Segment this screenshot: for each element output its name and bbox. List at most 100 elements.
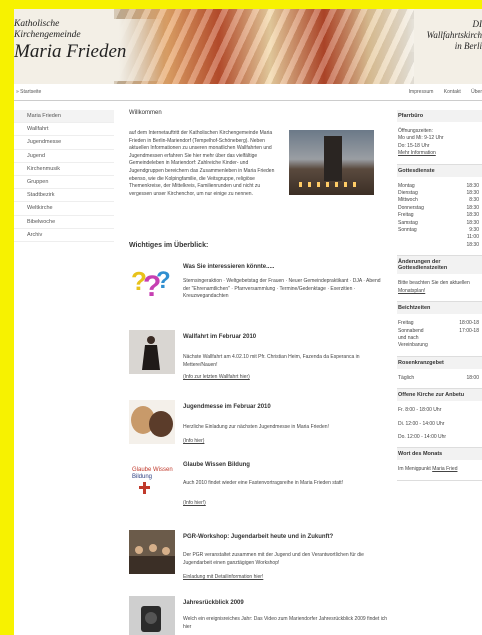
time: 18:30 [466, 212, 479, 219]
beichtzeiten-body: Freitag 18:00-18 Sonnabend 17:00-18 und na… [397, 314, 482, 356]
day: Sonnabend [398, 327, 424, 334]
pfarrbuero-more-link[interactable]: Mehr Information [398, 150, 436, 156]
schedule-row: Mittwoch 8:30 [398, 197, 482, 204]
site-logo[interactable]: Katholische Kirchengemeinde Maria Friede… [14, 19, 164, 81]
time: 11:00 [466, 234, 479, 241]
news-item-rueckblick: Jahresrückblick 2009 Welch ein ereignisr… [129, 596, 395, 635]
sidebar-item-weltkirche[interactable]: Weltkirche [14, 202, 114, 216]
news-link-jugendmesse[interactable]: (Info hier) [183, 438, 204, 444]
tagline-line-1: DI [472, 19, 482, 29]
sidebar-item-gruppen[interactable]: Gruppen [14, 176, 114, 190]
jugendmesse-photo [129, 400, 175, 444]
kontakt-link[interactable]: Kontakt [444, 89, 461, 95]
rosenkranz-box: Rosenkranzgebet Täglich 18:00 [397, 356, 482, 390]
schedule-row: Dienstag 18:30 [398, 190, 482, 197]
offene-kirche-box: Offene Kirche zur Anbetu Fr. 8:00 - 18:0… [397, 389, 482, 449]
tagline-line-2: Wallfahrtskirch [426, 30, 482, 40]
sidebar-item-bibelwoche[interactable]: Bibelwoche [14, 216, 114, 229]
aenderungen-title: Änderungen der Gottesdienstzeiten [397, 256, 482, 275]
pfarrbuero-title: Pfarrbüro [397, 110, 482, 122]
news-text-jugendmesse: Herzliche Einladung zur nächsten Jugendm… [183, 424, 329, 430]
site-header: Katholische Kirchengemeinde Maria Friede… [14, 9, 482, 84]
news-links-interesting[interactable]: Sternsingeraktion · Weltgebetstag der Fr… [183, 278, 388, 301]
news-link-glaube[interactable]: (Info hier!) [183, 500, 206, 506]
pfarrbuero-line-1: Öffnungszeiten: [398, 128, 433, 134]
news-title-interesting: Was Sie interessieren könnte..... [183, 264, 275, 270]
page: Katholische Kirchengemeinde Maria Friede… [14, 9, 482, 635]
glaube-wissen-logo: Glaube Wissen Bildung [129, 458, 175, 502]
tagline-line-3: in Berli [454, 41, 482, 51]
time: 18:30 [466, 204, 479, 211]
sidebar-item-archiv[interactable]: Archiv [14, 229, 114, 242]
church-photo [289, 130, 374, 195]
time: 17:00-18 [459, 327, 479, 334]
svg-text:Bildung: Bildung [132, 474, 152, 480]
beichtzeiten-box: Beichtzeiten Freitag 18:00-18 Sonnabend 17… [397, 302, 482, 357]
svg-text:Glaube Wissen: Glaube Wissen [132, 467, 173, 473]
news-item-glaube: Glaube Wissen Bildung Glaube Wissen Bild… [129, 458, 395, 518]
logo-line-2: Kirchengemeinde [14, 30, 81, 40]
news-link-wrap-glaube: (Info hier!) [183, 500, 388, 508]
header-tagline: DI Wallfahrtskirch in Berli [406, 19, 482, 52]
offene-kirche-body: Fr. 8:00 - 18:00 Uhr Di. 12:00 - 14:00 U… [397, 401, 482, 447]
day: Freitag [398, 212, 414, 219]
sidebar-item-jugendmesse[interactable]: Jugendmesse [14, 136, 114, 150]
monatsplan-link[interactable]: Monatsplan! [398, 288, 425, 294]
wort-des-monats-title: Wort des Monats [397, 448, 482, 461]
news-item-pgr: PGR-Workshop: Jugendarbeit heute und in … [129, 530, 395, 592]
pfarrbuero-body: Öffnungszeiten: Mo und Mi: 9-12 Uhr Do: … [397, 122, 482, 164]
welcome-section: Willkommen auf dem Internetauftritt der … [129, 110, 395, 238]
schedule-row: Sonntag 9:30 [398, 227, 482, 234]
sidebar-nav: Maria Frieden Wallfahrt Jugendmesse Juge… [14, 110, 114, 242]
offene-kirche-title: Offene Kirche zur Anbetu [397, 389, 482, 402]
news-item-interesting: ? ? ? Was Sie interessieren könnte..... … [129, 260, 395, 320]
aenderungen-text: Bitte beachten Sie den aktuellen [398, 280, 470, 287]
news-link-wrap-jugendmesse: (Info hier) [183, 438, 388, 446]
wort-text: Im Menigpunkt [398, 466, 431, 473]
sidebar-item-wallfahrt[interactable]: Wallfahrt [14, 123, 114, 137]
news-text-rueckblick[interactable]: Welch ein ereignisreiches Jahr: Das Vide… [183, 616, 388, 631]
wort-des-monats-box: Wort des Monats Im Menigpunkt Maria Frie… [397, 448, 482, 481]
logo-line-1: Katholische [14, 19, 60, 29]
welcome-title: Willkommen [129, 110, 162, 116]
gottesdienste-title: Gottesdienste [397, 164, 482, 177]
rosenkranz-title: Rosenkranzgebet [397, 356, 482, 369]
day: Mittwoch [398, 197, 418, 204]
news-item-jugendmesse: Jugendmesse im Februar 2010 Herzliche Ei… [129, 400, 395, 450]
overview-title: Wichtiges im Überblick: [129, 242, 209, 249]
sidebar-item-stadtbezirk[interactable]: Stadtbezirk [14, 189, 114, 203]
welcome-text: auf dem Internetauftritt der Katholische… [129, 130, 275, 197]
sidebar-item-maria-frieden[interactable]: Maria Frieden [14, 110, 114, 124]
ueber-link[interactable]: Über [471, 89, 482, 95]
rosenkranz-body: Täglich 18:00 [397, 369, 482, 388]
top-navbar: » Startseite Impressum Kontakt Über [14, 84, 482, 101]
news-title-wallfahrt: Wallfahrt im Februar 2010 [183, 334, 257, 340]
news-text-glaube: Auch 2010 findet wieder eine Fastenvortr… [183, 480, 344, 486]
question-marks-icon: ? ? ? [131, 266, 171, 303]
day: Samstag [398, 219, 418, 226]
schedule-row: Freitag 18:30 [398, 212, 482, 219]
impressum-link[interactable]: Impressum [409, 89, 434, 95]
wort-link[interactable]: Maria Fried [432, 466, 457, 472]
news-link-pgr[interactable]: Einladung mit Detailinformation hier! [183, 574, 263, 580]
time: 9:30 [469, 227, 479, 234]
priest-figure-icon [129, 330, 175, 374]
offene-line-1: Fr. 8:00 - 18:00 Uhr [398, 407, 442, 414]
news-link-wrap-pgr: Einladung mit Detailinformation hier! [183, 574, 388, 582]
aenderungen-box: Änderungen der Gottesdienstzeiten Bitte … [397, 256, 482, 303]
video-camera-photo [129, 596, 175, 635]
beichte-row: Sonnabend 17:00-18 [398, 328, 482, 335]
sidebar-item-jugend[interactable]: Jugend [14, 150, 114, 163]
news-link-wrap-wallfahrt: (Info zur letzten Wallfahrt hier) [183, 374, 388, 382]
time: 8:30 [469, 197, 479, 204]
pfarrbuero-box: Pfarrbüro Öffnungszeiten: Mo und Mi: 9-1… [397, 110, 482, 165]
sidebar-item-kirchenmusik[interactable]: Kirchenmusik [14, 163, 114, 176]
pfarrbuero-line-2: Mo und Mi: 9-12 Uhr [398, 135, 444, 142]
beichte-row: Freitag 18:00-18 [398, 320, 482, 327]
home-link[interactable]: » Startseite [16, 89, 41, 95]
news-item-wallfahrt: Wallfahrt im Februar 2010 Nächste Wallfa… [129, 330, 395, 390]
top-links: Impressum Kontakt Über [400, 89, 482, 95]
news-link-wallfahrt[interactable]: (Info zur letzten Wallfahrt hier) [183, 374, 250, 380]
offene-line-3: Do. 12:00 - 14:00 Uhr [398, 433, 447, 440]
wort-des-monats-body: Im Menigpunkt Maria Fried [397, 460, 482, 479]
